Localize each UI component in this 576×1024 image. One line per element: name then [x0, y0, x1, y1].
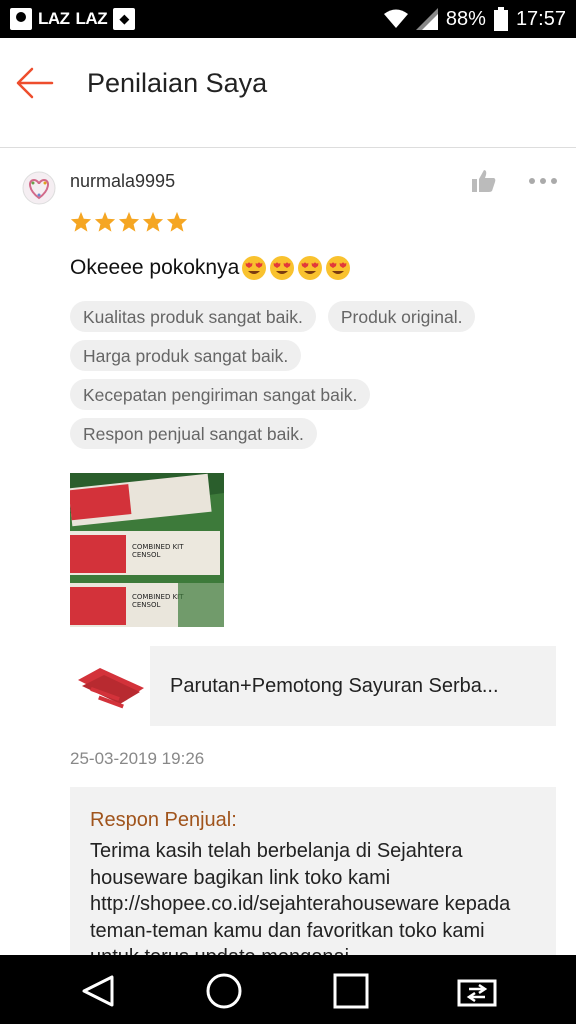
photo-label: COMBINED KIT: [132, 543, 184, 551]
review-tag: Produk original.: [327, 301, 476, 332]
avatar[interactable]: [22, 171, 56, 205]
review-tag: Kecepatan pengiriman sangat baik.: [70, 379, 371, 410]
review-date: 25-03-2019 19:26: [70, 749, 205, 768]
star-icon: [70, 211, 92, 232]
heart-eyes-emoji-icon: [326, 256, 351, 280]
review-card: nurmala9995 Okeeee pokoknya Kualitas pro…: [0, 149, 576, 955]
thumbs-up-icon[interactable]: [470, 167, 498, 195]
gallery-notification-icon: [10, 8, 32, 30]
seller-response: Respon Penjual: Terima kasih telah berbe…: [70, 787, 556, 955]
navigation-bar: [0, 955, 576, 1024]
heart-eyes-emoji-icon: [270, 256, 295, 280]
status-bar: LAZ LAZ ◆ 88% 17:57: [0, 0, 576, 38]
more-options-icon[interactable]: [528, 177, 558, 185]
back-arrow-icon[interactable]: [16, 66, 56, 100]
recent-apps-icon[interactable]: [331, 971, 371, 1011]
review-photo[interactable]: COMBINED KIT CENSOL COMBINED KIT CENSOL: [70, 473, 224, 627]
review-tag: Harga produk sangat baik.: [70, 340, 302, 371]
switch-app-icon[interactable]: [457, 971, 497, 1011]
wifi-icon: [383, 9, 408, 28]
review-tag: Kualitas produk sangat baik.: [70, 301, 316, 332]
product-name: Parutan+Pemotong Sayuran Serba...: [170, 674, 499, 697]
star-rating: [70, 211, 188, 233]
star-icon: [118, 211, 140, 232]
review-tag: Respon penjual sangat baik.: [70, 418, 317, 449]
reviewer-username: nurmala9995: [70, 171, 176, 191]
lazada-notification-icon: LAZ: [38, 9, 70, 28]
photo-label: CENSOL: [132, 551, 161, 559]
lazada-notification-icon: LAZ: [75, 9, 108, 28]
photo-label: CENSOL: [132, 601, 161, 609]
back-icon[interactable]: [78, 971, 118, 1011]
star-icon: [142, 211, 164, 232]
heart-eyes-emoji-icon: [242, 256, 267, 280]
home-icon[interactable]: [204, 971, 244, 1011]
product-link[interactable]: Parutan+Pemotong Sayuran Serba...: [70, 646, 556, 726]
battery-icon: [493, 7, 508, 31]
app-header: Penilaian Saya: [0, 38, 576, 148]
heart-eyes-emoji-icon: [298, 256, 323, 280]
clock: 17:57: [515, 7, 566, 30]
seller-response-text: Terima kasih telah berbelanja di Sejahte…: [90, 840, 511, 955]
star-icon: [94, 211, 116, 232]
app-notification-icon: ◆: [113, 8, 136, 30]
review-comment: Okeeee pokoknya: [70, 255, 351, 281]
product-thumbnail: [70, 646, 150, 726]
review-comment-text: Okeeee pokoknya: [70, 256, 240, 279]
page-title: Penilaian Saya: [87, 68, 268, 98]
review-tags: Kualitas produk sangat baik. Produk orig…: [70, 301, 550, 457]
photo-label: COMBINED KIT: [132, 593, 184, 601]
battery-percentage: 88%: [445, 7, 486, 30]
signal-icon: [415, 8, 438, 30]
seller-response-title: Respon Penjual:: [90, 809, 237, 831]
star-icon: [166, 211, 188, 232]
